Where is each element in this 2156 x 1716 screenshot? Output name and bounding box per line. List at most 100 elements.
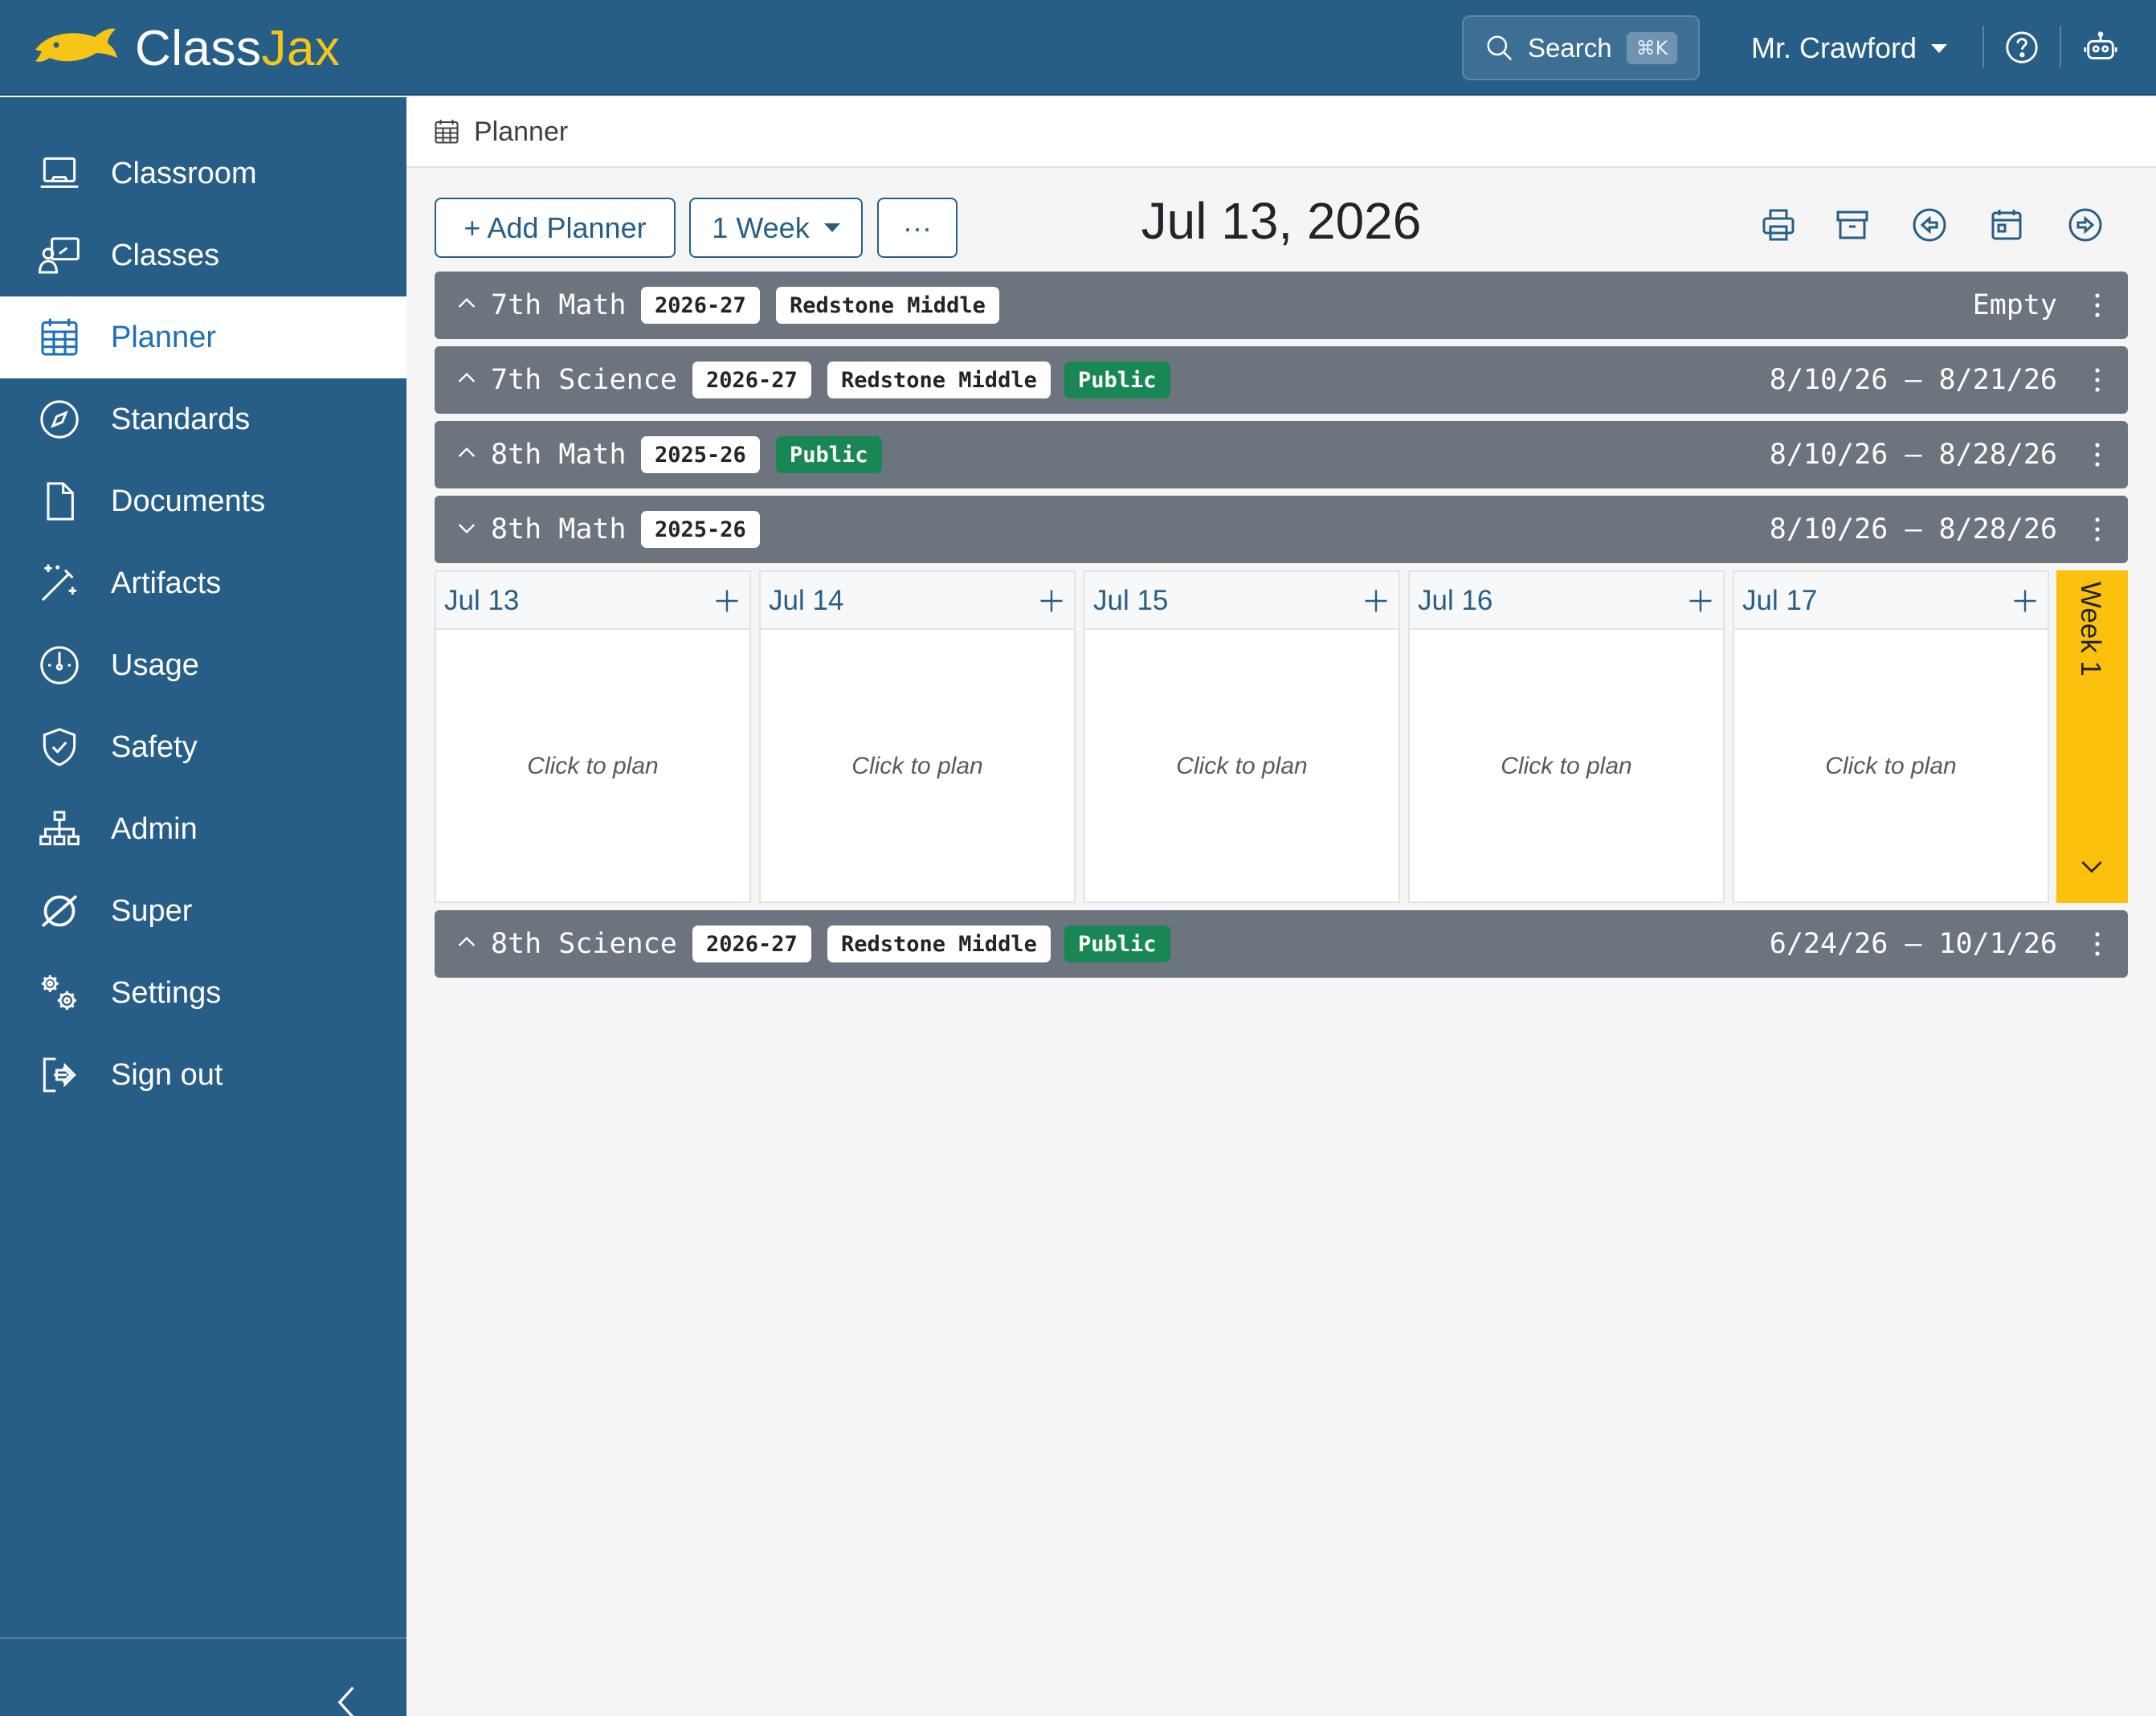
kebab-menu-icon[interactable] bbox=[2091, 289, 2104, 321]
sidebar-item-settings[interactable]: Settings bbox=[0, 952, 406, 1034]
planner-name: 8th Science bbox=[491, 928, 677, 960]
public-badge: Public bbox=[1064, 925, 1170, 962]
sidebar-item-label: Settings bbox=[111, 975, 222, 1010]
breadcrumb-label: Planner bbox=[474, 116, 569, 147]
chevron-up-icon[interactable] bbox=[454, 930, 480, 955]
help-circle-icon[interactable] bbox=[2003, 29, 2040, 66]
day-header: Jul 15 bbox=[1085, 572, 1399, 630]
chevron-up-icon[interactable] bbox=[454, 291, 480, 317]
click-to-plan-area[interactable]: Click to plan bbox=[1734, 630, 2048, 903]
day-column[interactable]: Jul 17 Click to plan bbox=[1733, 570, 2049, 903]
day-label: Jul 16 bbox=[1418, 585, 1493, 616]
planner-date-range: 8/10/26 – 8/21/26 bbox=[1769, 364, 2057, 396]
sidebar-item-super[interactable]: Super bbox=[0, 870, 406, 952]
user-menu-dropdown[interactable]: Mr. Crawford bbox=[1751, 24, 1948, 72]
sidebar-item-classes[interactable]: Classes bbox=[0, 214, 406, 296]
day-header: Jul 17 bbox=[1734, 572, 2048, 630]
chevron-down-icon[interactable] bbox=[454, 515, 480, 541]
breadcrumb: Planner bbox=[406, 97, 2156, 168]
click-to-plan-area[interactable]: Click to plan bbox=[1085, 630, 1399, 903]
planner-row[interactable]: 7th Math 2026-27 Redstone Middle Empty bbox=[435, 272, 2128, 339]
kebab-menu-icon[interactable] bbox=[2091, 364, 2104, 396]
plus-icon[interactable] bbox=[1362, 586, 1390, 615]
chevron-up-icon[interactable] bbox=[454, 440, 480, 466]
day-header: Jul 14 bbox=[761, 572, 1074, 630]
sidebar-item-admin[interactable]: Admin bbox=[0, 788, 406, 870]
divider bbox=[1982, 26, 1984, 67]
more-options-button[interactable]: ··· bbox=[877, 198, 958, 258]
plus-icon[interactable] bbox=[1037, 586, 1066, 615]
collapse-sidebar-chevron-icon[interactable] bbox=[329, 1680, 365, 1716]
sidebar-item-sign-out[interactable]: Sign out bbox=[0, 1034, 406, 1116]
planner-row[interactable]: 8th Science 2026-27 Redstone Middle Publ… bbox=[435, 910, 2128, 978]
sidebar-item-artifacts[interactable]: Artifacts bbox=[0, 542, 406, 624]
click-to-plan-area[interactable]: Click to plan bbox=[761, 630, 1074, 903]
add-planner-button[interactable]: + Add Planner bbox=[435, 198, 676, 258]
today-calendar-icon[interactable] bbox=[1987, 206, 2026, 244]
printer-icon[interactable] bbox=[1759, 206, 1798, 244]
click-to-plan-area[interactable]: Click to plan bbox=[1410, 630, 1723, 903]
laptop-icon bbox=[40, 157, 79, 188]
sidebar-item-label: Super bbox=[111, 893, 193, 928]
planner-row[interactable]: 7th Science 2026-27 Redstone Middle Publ… bbox=[435, 346, 2128, 414]
gears-icon bbox=[41, 974, 76, 1010]
chevron-up-icon[interactable] bbox=[454, 366, 480, 391]
kebab-menu-icon[interactable] bbox=[2091, 439, 2104, 471]
plus-icon[interactable] bbox=[2011, 586, 2040, 615]
year-badge: 2025-26 bbox=[641, 511, 760, 548]
sidebar-divider bbox=[0, 1637, 406, 1639]
sidebar-item-standards[interactable]: Standards bbox=[0, 378, 406, 460]
sidebar-item-label: Standards bbox=[111, 402, 251, 436]
range-dropdown-label: 1 Week bbox=[712, 210, 810, 244]
previous-week-arrow-icon[interactable] bbox=[1910, 206, 1949, 244]
day-column[interactable]: Jul 13 Click to plan bbox=[435, 570, 751, 903]
sidebar: Classroom Classes Planner Standards Docu… bbox=[0, 97, 406, 1716]
speedometer-icon bbox=[40, 646, 79, 684]
click-to-plan-area[interactable]: Click to plan bbox=[436, 630, 749, 903]
sidebar-item-label: Classroom bbox=[111, 156, 257, 190]
kebab-menu-icon[interactable] bbox=[2091, 513, 2104, 545]
archive-icon[interactable] bbox=[1833, 206, 1872, 244]
day-column[interactable]: Jul 14 Click to plan bbox=[759, 570, 1076, 903]
sidebar-item-usage[interactable]: Usage bbox=[0, 624, 406, 706]
sidebar-item-classroom[interactable]: Classroom bbox=[0, 133, 406, 214]
robot-icon[interactable] bbox=[2082, 29, 2119, 66]
sidebar-item-label: Admin bbox=[111, 811, 198, 846]
sidebar-item-documents[interactable]: Documents bbox=[0, 460, 406, 542]
day-label: Jul 17 bbox=[1742, 585, 1818, 616]
public-badge: Public bbox=[776, 436, 882, 473]
calendar-grid-icon bbox=[435, 120, 459, 144]
next-week-arrow-icon[interactable] bbox=[2066, 206, 2105, 244]
sidebar-item-label: Artifacts bbox=[111, 566, 222, 600]
plus-icon[interactable] bbox=[713, 586, 741, 615]
school-badge: Redstone Middle bbox=[827, 925, 1051, 962]
week-tab[interactable]: Week 1 bbox=[2056, 570, 2128, 903]
sidebar-item-label: Sign out bbox=[111, 1057, 223, 1092]
dolphin-logo-icon bbox=[35, 28, 117, 62]
shield-check-icon bbox=[43, 728, 76, 766]
app-logo[interactable]: ClassJax bbox=[32, 19, 341, 77]
sidebar-item-label: Classes bbox=[111, 238, 220, 272]
year-badge: 2026-27 bbox=[641, 287, 760, 324]
sidebar-item-label: Planner bbox=[111, 320, 216, 354]
kebab-menu-icon[interactable] bbox=[2091, 928, 2104, 960]
sidebar-item-safety[interactable]: Safety bbox=[0, 706, 406, 788]
chevron-down-icon[interactable] bbox=[2076, 850, 2108, 882]
plus-icon[interactable] bbox=[1686, 586, 1715, 615]
day-header: Jul 16 bbox=[1410, 572, 1723, 630]
planner-name: 7th Math bbox=[491, 289, 627, 321]
divider bbox=[2060, 26, 2061, 67]
planner-row[interactable]: 8th Math 2025-26 Public 8/10/26 – 8/28/2… bbox=[435, 421, 2128, 488]
classes-icon bbox=[38, 237, 80, 274]
search-button[interactable]: Search ⌘K bbox=[1462, 15, 1700, 80]
school-badge: Redstone Middle bbox=[827, 362, 1051, 398]
search-icon bbox=[1487, 35, 1513, 60]
sidebar-item-planner[interactable]: Planner bbox=[0, 296, 406, 378]
current-date-title: Jul 13, 2026 bbox=[1141, 192, 1422, 250]
day-column[interactable]: Jul 16 Click to plan bbox=[1408, 570, 1725, 903]
planner-row-expanded[interactable]: 8th Math 2025-26 8/10/26 – 8/28/26 bbox=[435, 496, 2128, 563]
day-column[interactable]: Jul 15 Click to plan bbox=[1084, 570, 1400, 903]
range-dropdown[interactable]: 1 Week bbox=[689, 198, 863, 258]
user-name: Mr. Crawford bbox=[1751, 31, 1917, 64]
year-badge: 2026-27 bbox=[692, 362, 811, 398]
